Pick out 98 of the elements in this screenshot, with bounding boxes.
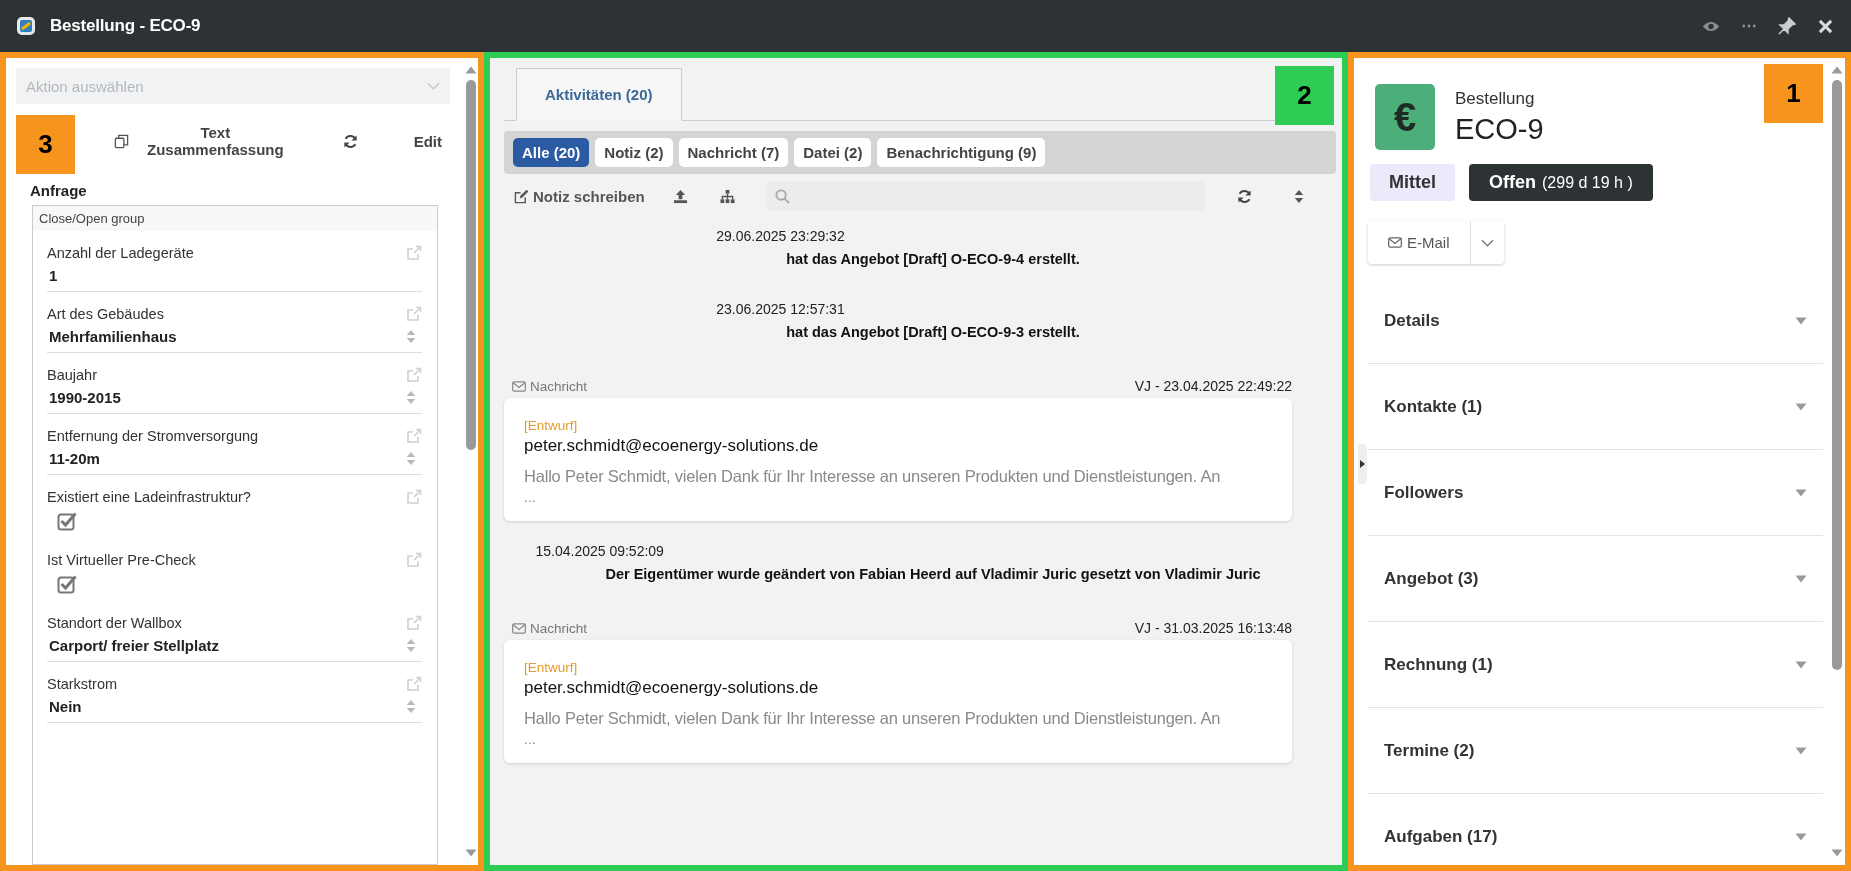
external-link-icon[interactable]: [406, 552, 422, 568]
external-link-icon[interactable]: [406, 245, 422, 261]
activity-text: Der Eigentümer wurde geändert von Fabian Heerd auf Vladimir Juric gesetzt von Vladimir Juric: [604, 566, 1261, 582]
status-duration: (299 d 19 h ): [1542, 174, 1633, 192]
caret-down-icon[interactable]: [1795, 832, 1807, 841]
section-title: Anfrage: [30, 182, 88, 199]
filter-chip[interactable]: Benachrichtigung (9): [877, 138, 1046, 167]
message-preview: Hallo Peter Schmidt, vielen Dank für Ihr Interesse an unseren Produkten und Dienstleistungen. An: [524, 467, 1222, 486]
scroll-up-icon[interactable]: [1831, 66, 1843, 74]
upload-icon[interactable]: [672, 188, 688, 204]
edit-icon: [514, 188, 529, 204]
draft-tag: [Entwurf]: [524, 660, 1272, 675]
message-card[interactable]: [Entwurf] peter.schmidt@ecoenergy-solutions.de Hallo Peter Schmidt, vielen Dank für Ihr Interesse an unseren Produkten und Dienstleistungen. An ...: [504, 398, 1292, 521]
message-card[interactable]: [Entwurf] peter.schmidt@ecoenergy-solutions.de Hallo Peter Schmidt, vielen Dank für Ihr Interesse an unseren Produkten und Dienstleistungen. An ...: [504, 640, 1292, 763]
more-icon[interactable]: [1742, 24, 1756, 28]
caret-down-icon[interactable]: [1795, 488, 1807, 497]
app-logo-icon: [16, 16, 36, 36]
field-value: 1: [48, 267, 59, 284]
sort-arrows-icon[interactable]: [1293, 188, 1304, 204]
caret-down-icon[interactable]: [1795, 574, 1807, 583]
tab[interactable]: Aktivitäten (20): [516, 68, 682, 121]
envelope-icon: [1388, 237, 1402, 248]
filter-chip[interactable]: Datei (2): [794, 138, 872, 167]
caret-down-icon[interactable]: [1795, 746, 1807, 755]
checkbox-icon[interactable]: [57, 574, 77, 594]
external-link-icon[interactable]: [406, 428, 422, 444]
field-label: Ist Virtueller Pre-Check: [47, 552, 197, 568]
refresh-icon[interactable]: [342, 133, 358, 149]
pin-icon[interactable]: [1778, 17, 1796, 35]
scrollbar-thumb[interactable]: [466, 80, 476, 450]
message-recipient: peter.schmidt@ecoenergy-solutions.de: [524, 678, 820, 698]
scrollbar-thumb[interactable]: [1832, 80, 1842, 670]
eye-icon[interactable]: [1702, 19, 1720, 33]
status-label: Offen: [1489, 172, 1536, 193]
copy-icon: [114, 133, 129, 149]
external-link-icon[interactable]: [406, 676, 422, 692]
timestamp: 15.04.2025 09:52:09: [535, 543, 665, 559]
field-value: 1990-2015: [48, 389, 122, 406]
message-preview: Hallo Peter Schmidt, vielen Dank für Ihr Interesse an unseren Produkten und Dienstleistungen. An: [524, 709, 1222, 728]
search-icon: [774, 188, 790, 204]
caret-down-icon[interactable]: [1795, 402, 1807, 411]
collapse-handle[interactable]: [1358, 444, 1367, 484]
message-type: Nachricht: [530, 378, 588, 394]
filter-chip[interactable]: Alle (20): [513, 138, 590, 167]
external-link-icon[interactable]: [406, 489, 422, 505]
write-note-button[interactable]: Notiz schreiben: [514, 187, 645, 205]
edit-button[interactable]: Edit: [405, 126, 450, 156]
caret-down-icon[interactable]: [1795, 660, 1807, 669]
filter-chip[interactable]: Nachricht (7): [678, 138, 789, 167]
field-value: Mehrfamilienhaus: [48, 328, 178, 345]
chevron-down-icon[interactable]: [1480, 238, 1494, 247]
filter-chip[interactable]: Notiz (2): [595, 138, 673, 167]
ellipsis: ...: [524, 489, 537, 505]
field-value: 11-20m: [48, 450, 101, 467]
field-label: Art des Gebäudes: [47, 306, 165, 322]
message-meta: VJ - 31.03.2025 16:13:48: [1134, 620, 1292, 636]
currency-icon: €: [1375, 84, 1435, 150]
message-meta: VJ - 23.04.2025 22:49:22: [1134, 378, 1292, 394]
field-label: Standort der Wallbox: [47, 615, 183, 631]
envelope-icon: [512, 380, 526, 392]
scroll-up-icon[interactable]: [465, 66, 477, 74]
timestamp: 23.06.2025 12:57:31: [716, 301, 846, 317]
priority-badge: Mittel: [1370, 164, 1455, 201]
ellipsis: ...: [524, 731, 537, 747]
envelope-icon: [512, 622, 526, 634]
message-recipient: peter.schmidt@ecoenergy-solutions.de: [524, 436, 820, 456]
scroll-down-icon[interactable]: [1831, 849, 1843, 857]
email-button[interactable]: E-Mail: [1368, 221, 1471, 264]
timestamp: 29.06.2025 23:29:32: [716, 228, 846, 244]
checkbox-icon[interactable]: [57, 511, 77, 531]
field-value: Carport/ freier Stellplatz: [48, 637, 221, 654]
window-title: Bestellung - ECO-9: [50, 16, 202, 36]
external-link-icon[interactable]: [406, 615, 422, 631]
draft-tag: [Entwurf]: [524, 418, 1272, 433]
search-field[interactable]: [766, 181, 1205, 211]
field-label: Existiert eine Ladeinfrastruktur?: [47, 489, 252, 505]
annotation-label: 2: [1275, 66, 1334, 125]
field-label: Entfernung der Stromversorgung: [47, 428, 260, 444]
annotation-label: 3: [16, 115, 75, 174]
caret-down-icon[interactable]: [1795, 316, 1807, 325]
message-type: Nachricht: [530, 620, 588, 636]
field-label: Baujahr: [47, 367, 98, 383]
summary-button[interactable]: Text Zusammenfassung: [106, 118, 305, 164]
external-link-icon[interactable]: [406, 306, 422, 322]
record-id: ECO-9: [1455, 112, 1544, 146]
field-label: Anzahl der Ladegeräte: [47, 245, 195, 261]
sitemap-icon[interactable]: [719, 188, 735, 204]
refresh-icon[interactable]: [1236, 188, 1252, 204]
field-label: Starkstrom: [47, 676, 119, 692]
group-toggle[interactable]: Close/Open group: [33, 206, 437, 231]
scroll-down-icon[interactable]: [465, 849, 477, 857]
external-link-icon[interactable]: [406, 367, 422, 383]
activity-text: hat das Angebot [Draft] O-ECO-9-4 erstellt.: [785, 251, 1080, 267]
activity-text: hat das Angebot [Draft] O-ECO-9-3 erstellt.: [785, 324, 1080, 340]
record-type: Bestellung: [1455, 88, 1536, 109]
field-value: Nein: [48, 698, 83, 715]
close-icon[interactable]: [1818, 18, 1833, 34]
annotation-label: 1: [1764, 64, 1823, 123]
